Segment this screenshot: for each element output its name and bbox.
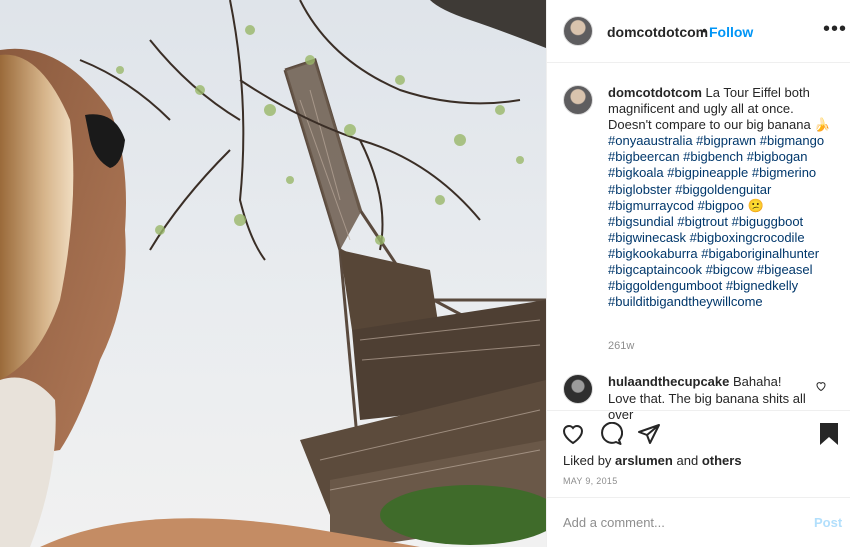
comment: hulaandthecupcake Bahaha! Love that. The… (608, 374, 808, 424)
post-date: MAY 9, 2015 (563, 476, 618, 486)
caption-username[interactable]: domcotdotcom (608, 85, 702, 100)
post-side-panel: domcotdotcom • Follow ••• domcotdotcom L… (546, 0, 850, 547)
caption-time[interactable]: 261w (608, 340, 634, 352)
comment-input-divider (547, 497, 850, 498)
caption-author-avatar[interactable] (563, 85, 593, 115)
actions-divider (547, 410, 850, 411)
like-heart-icon[interactable] (561, 422, 585, 446)
confused-emoji: 😕 (747, 197, 764, 213)
likes-summary: Liked by arslumen and others (563, 453, 742, 468)
caption-hashtags-2[interactable]: #bigsundial #bigtrout #biguggboot #bigwi… (608, 214, 819, 309)
post-comment-button[interactable]: Post (814, 515, 842, 530)
photo-illustration (0, 0, 546, 547)
share-paper-plane-icon[interactable] (637, 422, 661, 446)
comment-bubble-icon[interactable] (599, 422, 623, 446)
add-comment-input[interactable]: Add a comment... (563, 515, 665, 530)
caption-hashtags-1[interactable]: #onyaaustralia #bigprawn #bigmango #bigb… (608, 133, 824, 212)
author-username[interactable]: domcotdotcom (607, 24, 708, 40)
header-separator: • (702, 22, 707, 38)
liked-by-user[interactable]: arslumen (615, 453, 673, 468)
post-photo[interactable] (0, 0, 546, 547)
banana-emoji: 🍌 (814, 117, 831, 133)
more-options-icon[interactable]: ••• (823, 18, 847, 41)
author-avatar[interactable] (563, 16, 593, 46)
commenter-avatar[interactable] (563, 374, 593, 404)
liked-and: and (676, 453, 699, 468)
follow-button[interactable]: Follow (709, 24, 753, 40)
comment-username[interactable]: hulaandthecupcake (608, 374, 729, 389)
liked-by-others[interactable]: others (702, 453, 742, 468)
liked-by-prefix: Liked by (563, 453, 612, 468)
post-caption: domcotdotcom La Tour Eiffel both magnifi… (608, 85, 833, 310)
post-header: domcotdotcom • Follow ••• (547, 0, 850, 63)
save-bookmark-icon[interactable] (819, 422, 839, 446)
comment-like-heart-icon[interactable] (815, 380, 827, 392)
